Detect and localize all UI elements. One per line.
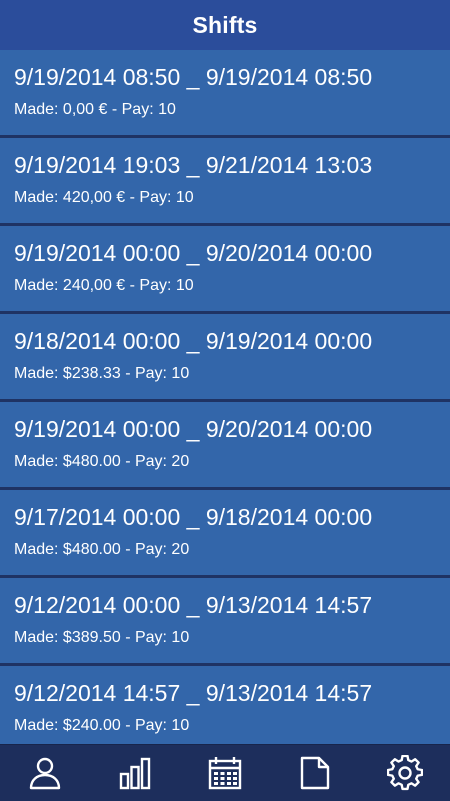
- shift-earnings: Made: 0,00 € - Pay: 10: [14, 101, 176, 118]
- shift-earnings: Made: $389.50 - Pay: 10: [14, 629, 190, 646]
- shift-date-range: 9/19/2014 00:00 _ 9/20/2014 00:00: [14, 240, 373, 266]
- page-title: Shifts: [192, 11, 258, 38]
- shift-date-range: 9/19/2014 00:00 _ 9/20/2014 00:00: [14, 416, 373, 442]
- shift-date-range: 9/18/2014 00:00 _ 9/19/2014 00:00: [14, 328, 373, 354]
- shift-date-range: 9/12/2014 14:57 _ 9/13/2014 14:57: [14, 680, 373, 706]
- shift-earnings: Made: 420,00 € - Pay: 10: [14, 189, 194, 206]
- app-header: Shifts: [0, 0, 450, 50]
- shift-list-item[interactable]: 9/12/2014 14:57 _ 9/13/2014 14:57 Made: …: [0, 666, 450, 744]
- shift-earnings: Made: $480.00 - Pay: 20: [14, 541, 190, 558]
- bar-chart-icon: [119, 757, 151, 790]
- shift-date-range: 9/19/2014 08:50 _ 9/19/2014 08:50: [14, 64, 373, 90]
- shift-earnings: Made: $240.00 - Pay: 10: [14, 717, 190, 734]
- shift-list-item[interactable]: 9/19/2014 19:03 _ 9/21/2014 13:03 Made: …: [0, 138, 450, 226]
- shift-earnings: Made: 240,00 € - Pay: 10: [14, 277, 194, 294]
- nav-reports-button[interactable]: [287, 745, 343, 801]
- shift-earnings: Made: $480.00 - Pay: 20: [14, 453, 190, 470]
- shift-date-range: 9/19/2014 19:03 _ 9/21/2014 13:03: [14, 152, 373, 178]
- shift-earnings: Made: $238.33 - Pay: 10: [14, 365, 190, 382]
- shift-list-item[interactable]: 9/12/2014 00:00 _ 9/13/2014 14:57 Made: …: [0, 578, 450, 666]
- person-icon: [29, 757, 61, 790]
- shift-list-item[interactable]: 9/19/2014 08:50 _ 9/19/2014 08:50 Made: …: [0, 50, 450, 138]
- shift-date-range: 9/12/2014 00:00 _ 9/13/2014 14:57: [14, 592, 373, 618]
- gear-icon: [387, 755, 423, 791]
- shift-list-item[interactable]: 9/19/2014 00:00 _ 9/20/2014 00:00 Made: …: [0, 226, 450, 314]
- shift-list-item[interactable]: 9/17/2014 00:00 _ 9/18/2014 00:00 Made: …: [0, 490, 450, 578]
- document-icon: [300, 756, 330, 790]
- shift-list[interactable]: 9/19/2014 08:50 _ 9/19/2014 08:50 Made: …: [0, 50, 450, 744]
- bottom-nav-bar: [0, 744, 450, 801]
- shift-list-item[interactable]: 9/19/2014 00:00 _ 9/20/2014 00:00 Made: …: [0, 402, 450, 490]
- nav-calendar-button[interactable]: [197, 745, 253, 801]
- nav-stats-button[interactable]: [107, 745, 163, 801]
- nav-profile-button[interactable]: [17, 745, 73, 801]
- calendar-icon: [208, 757, 242, 790]
- nav-settings-button[interactable]: [377, 745, 433, 801]
- shift-date-range: 9/17/2014 00:00 _ 9/18/2014 00:00: [14, 504, 373, 530]
- shift-list-item[interactable]: 9/18/2014 00:00 _ 9/19/2014 00:00 Made: …: [0, 314, 450, 402]
